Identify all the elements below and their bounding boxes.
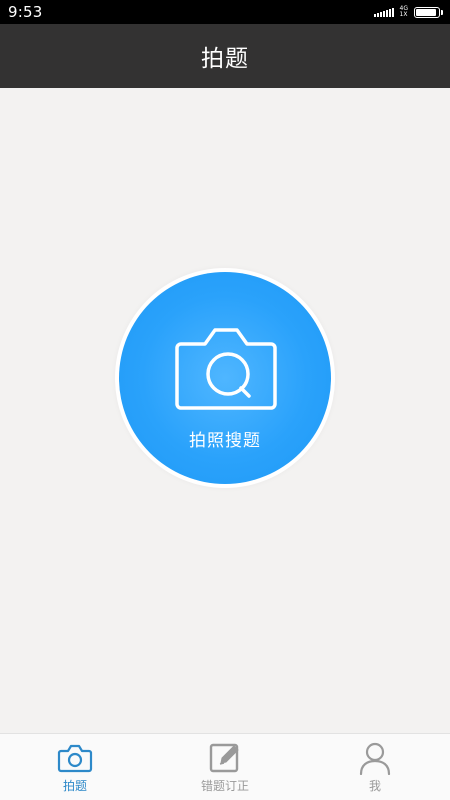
photo-search-label: 拍照搜题 (189, 431, 261, 451)
network-type: 4G 1X (400, 6, 408, 18)
screen: 9:53 4G 1X 拍题 拍照搜题 拍题 错题订正 我 (0, 0, 450, 800)
signal-strength-icon (373, 7, 394, 17)
tab-wrong-questions[interactable]: 错题订正 (150, 734, 300, 800)
network-type-bottom: 1X (399, 11, 408, 18)
tab-me-label: 我 (368, 779, 381, 793)
main-content: 拍照搜题 (0, 88, 450, 733)
page-title: 拍题 (201, 46, 249, 72)
tab-me[interactable]: 我 (300, 734, 450, 800)
battery-icon (414, 6, 443, 18)
title-bar: 拍题 (0, 24, 450, 88)
photo-search-button[interactable]: 拍照搜题 (115, 268, 335, 488)
camera-search-icon (175, 328, 277, 410)
camera-icon (57, 744, 93, 773)
status-indicators: 4G 1X (373, 6, 443, 18)
photo-search-button-circle: 拍照搜题 (119, 272, 331, 484)
tab-wrong-questions-label: 错题订正 (200, 779, 249, 793)
bottom-nav: 拍题 错题订正 我 (0, 733, 450, 800)
status-time: 9:53 (8, 3, 43, 21)
person-icon (359, 742, 391, 775)
edit-icon (209, 743, 239, 773)
tab-photo-question-label: 拍题 (62, 779, 87, 793)
tab-photo-question[interactable]: 拍题 (0, 734, 150, 800)
battery-level (416, 8, 436, 16)
status-bar: 9:53 4G 1X (0, 0, 450, 24)
